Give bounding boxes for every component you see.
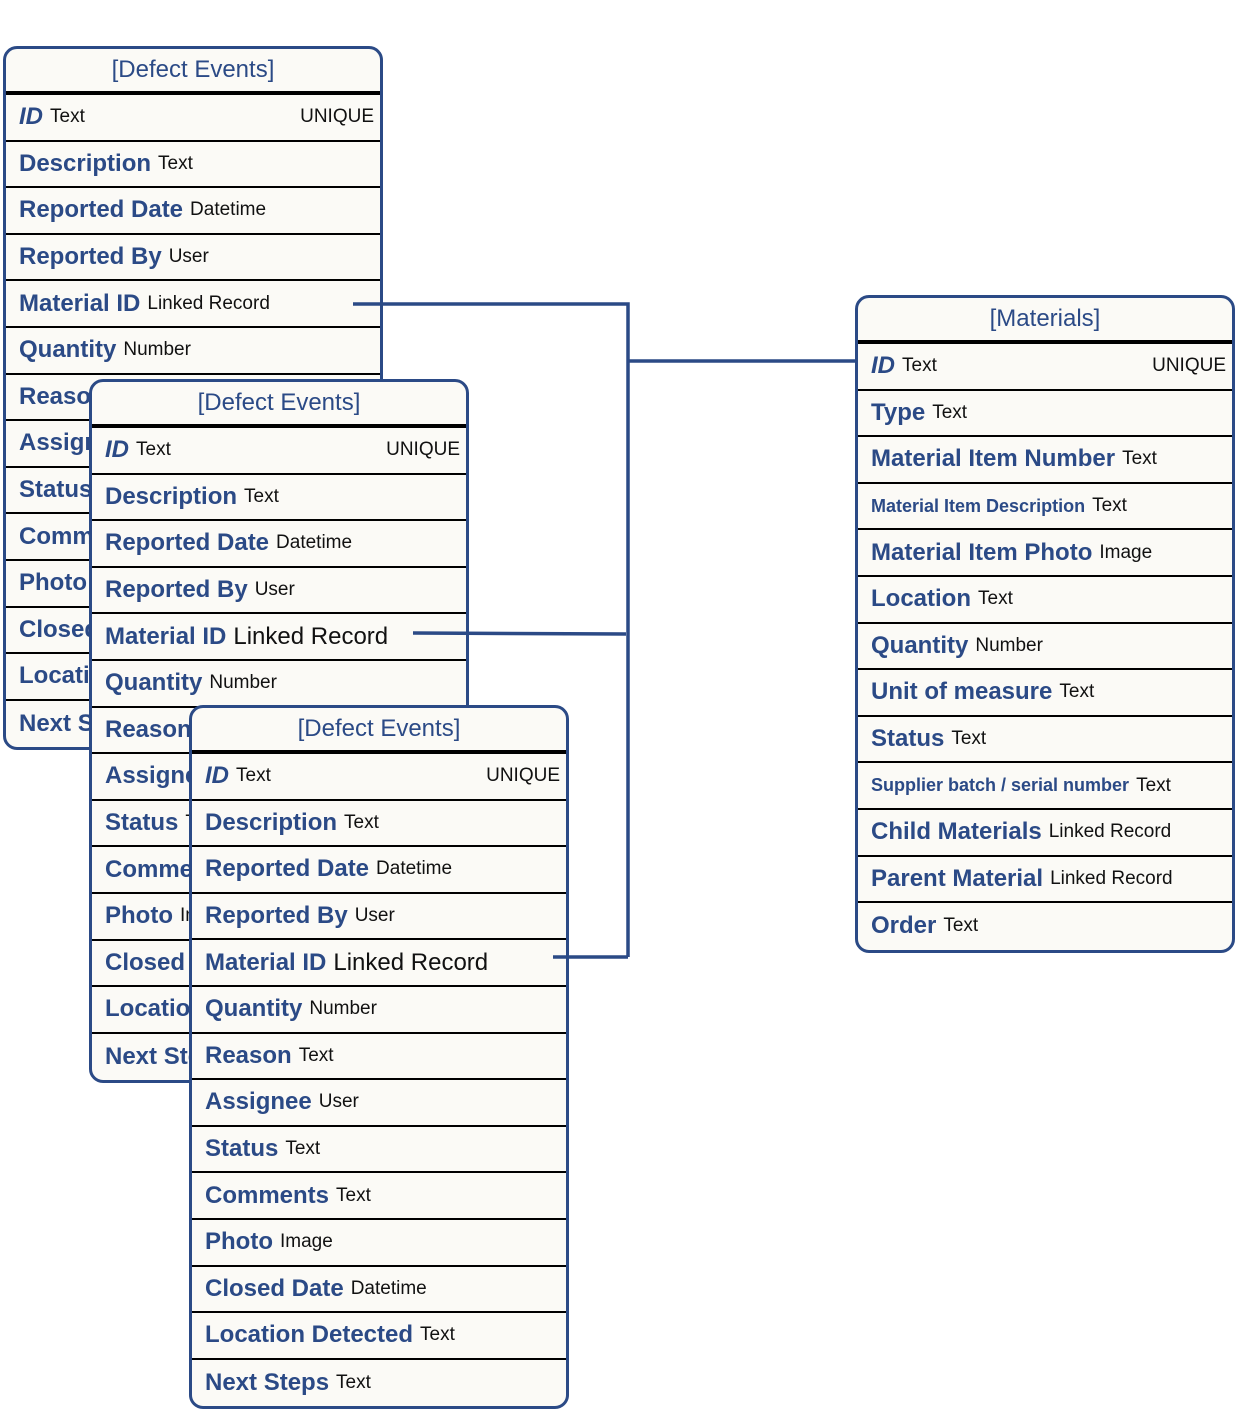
relationship-connectors (353, 302, 856, 959)
connector-defect-events-2 (412, 631, 627, 636)
connector-defect-events-1 (353, 302, 630, 957)
